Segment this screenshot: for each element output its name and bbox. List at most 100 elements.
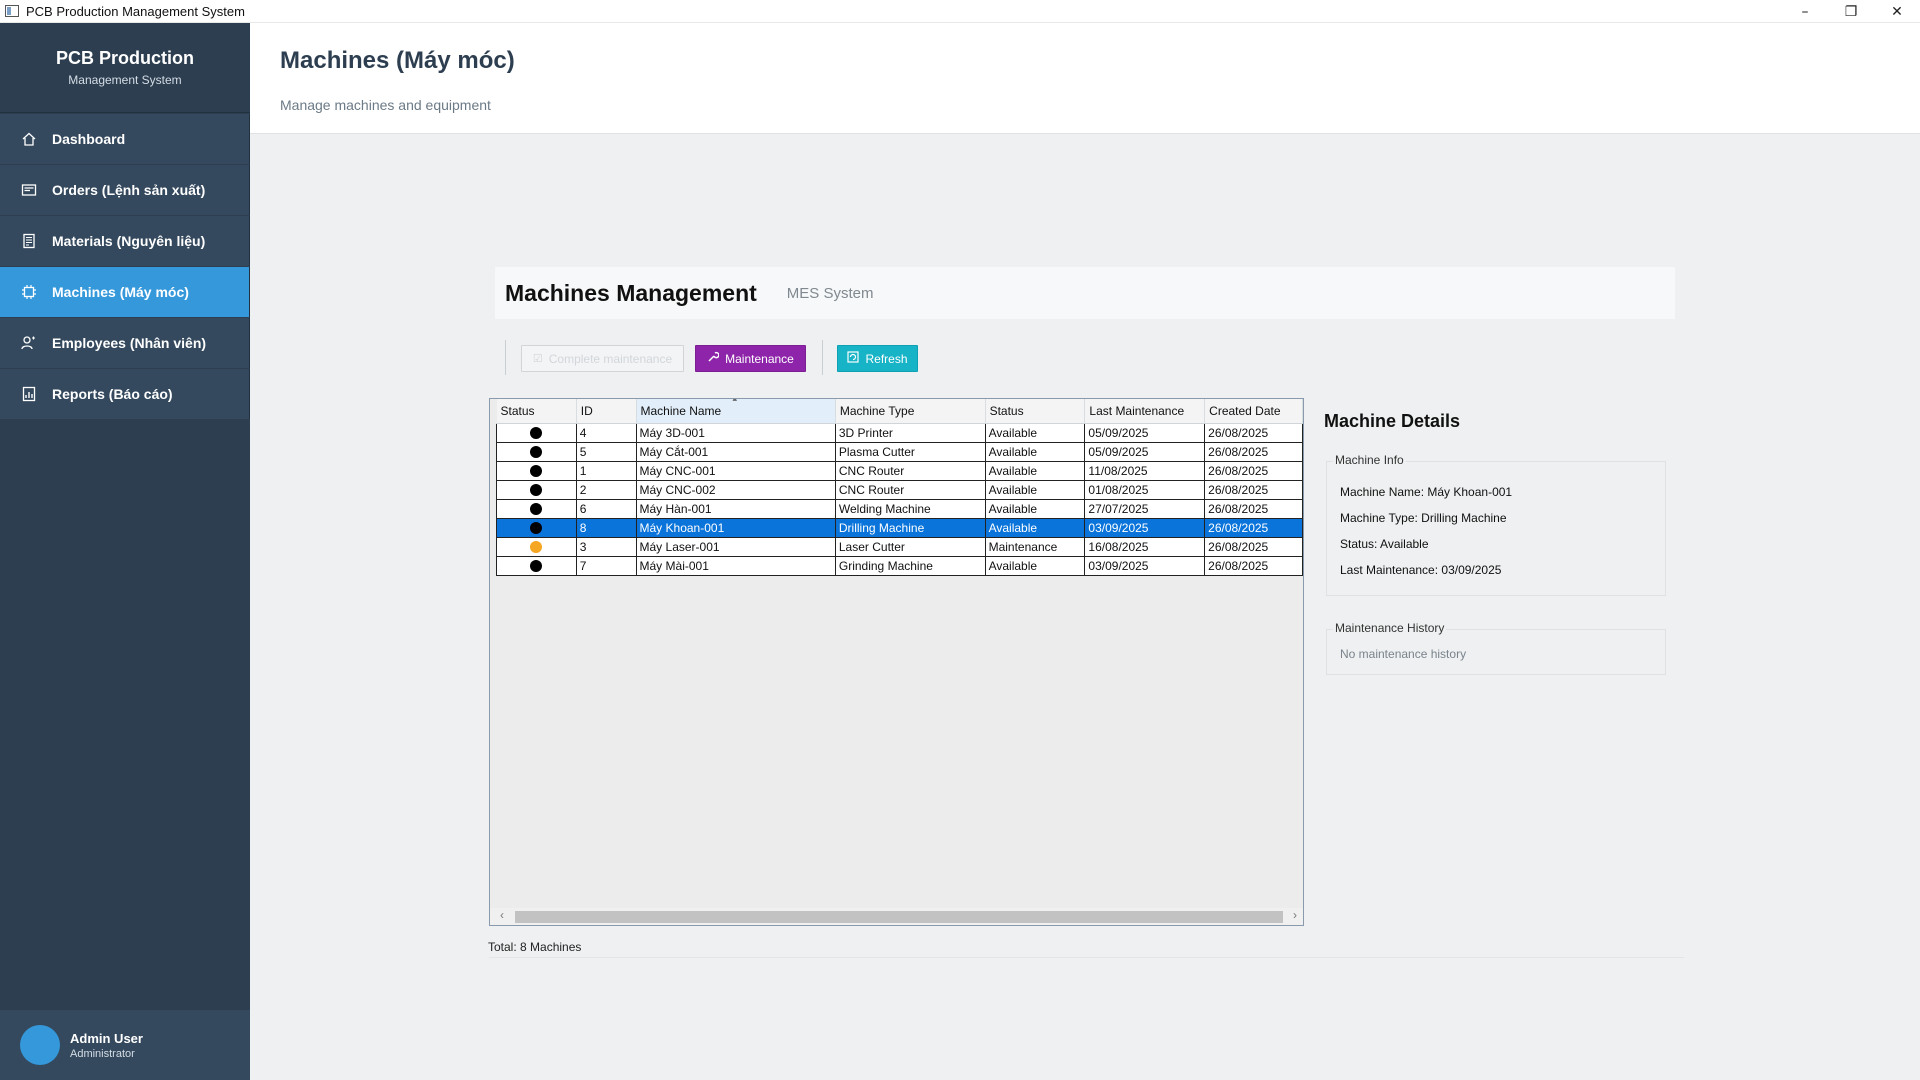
cell-machine-type: Laser Cutter xyxy=(834,536,986,557)
cell-status: Available xyxy=(984,498,1086,519)
table-row[interactable]: 7 Máy Mài-001 Grinding Machine Available 03/… xyxy=(496,555,1303,576)
sidebar-item-machines[interactable]: Machines (Máy móc) xyxy=(0,267,250,317)
status-dot-icon xyxy=(530,541,543,554)
cell-created-date: 26/08/2025 xyxy=(1204,422,1303,443)
sidebar-item-label: Machines (Máy móc) xyxy=(52,284,189,300)
cell-last-maintenance: 03/09/2025 xyxy=(1084,517,1206,538)
page-header: Machines (Máy móc) Manage machines and e… xyxy=(250,23,1920,134)
cell-id: 3 xyxy=(575,536,637,557)
column-header-status[interactable]: Status xyxy=(985,399,1086,424)
materials-icon xyxy=(20,232,38,250)
cell-last-maintenance: 11/08/2025 xyxy=(1084,460,1206,481)
scroll-left-icon[interactable]: ‹ xyxy=(500,908,504,922)
status-dot-cell xyxy=(496,422,577,443)
sidebar-item-employees[interactable]: Employees (Nhân viên) xyxy=(0,318,250,368)
table-row[interactable]: 6 Máy Hàn-001 Welding Machine Available 27/0… xyxy=(496,498,1303,519)
table-row[interactable]: 5 Máy Cắt-001 Plasma Cutter Available 05/09/… xyxy=(496,441,1303,462)
cell-id: 7 xyxy=(575,555,637,576)
machines-grid[interactable]: Status ID Machine Name Machine Type Stat… xyxy=(489,398,1304,926)
cell-created-date: 26/08/2025 xyxy=(1204,460,1303,481)
module-header: Machines Management MES System xyxy=(495,267,1675,319)
cell-machine-type: Drilling Machine xyxy=(834,517,986,538)
employees-icon xyxy=(20,334,38,352)
sidebar-item-dashboard[interactable]: Dashboard xyxy=(0,114,250,164)
status-dot-cell xyxy=(496,536,577,557)
cell-created-date: 26/08/2025 xyxy=(1204,479,1303,500)
table-row[interactable]: 2 Máy CNC-002 CNC Router Available 01/08/202… xyxy=(496,479,1303,500)
orders-icon xyxy=(20,181,38,199)
table-row[interactable]: 4 Máy 3D-001 3D Printer Available 05/09/2025… xyxy=(496,422,1303,443)
horizontal-scrollbar[interactable]: ‹ › xyxy=(490,908,1303,925)
status-dot-icon xyxy=(530,522,543,535)
refresh-label: Refresh xyxy=(865,351,908,366)
cell-machine-type: 3D Printer xyxy=(834,422,986,443)
maximize-button[interactable]: ❐ xyxy=(1828,0,1874,23)
user-name: Admin User xyxy=(70,1030,143,1046)
cell-created-date: 26/08/2025 xyxy=(1204,517,1303,538)
cell-id: 2 xyxy=(575,479,637,500)
total-count: Total: 8 Machines xyxy=(488,940,582,954)
chip-icon xyxy=(20,283,38,301)
app-icon xyxy=(5,5,19,17)
cell-machine-name: Máy CNC-002 xyxy=(635,479,836,500)
cell-machine-name: Máy CNC-001 xyxy=(635,460,836,481)
table-row[interactable]: 8 Máy Khoan-001 Drilling Machine Available 0… xyxy=(496,517,1303,538)
cell-machine-name: Máy Mài-001 xyxy=(635,555,836,576)
cell-last-maintenance: 05/09/2025 xyxy=(1084,422,1206,443)
status-dot-cell xyxy=(496,441,577,462)
user-panel: Admin User Administrator xyxy=(0,1010,250,1080)
scrollbar-thumb[interactable] xyxy=(515,911,1283,923)
table-row[interactable]: 3 Máy Laser-001 Laser Cutter Maintenance 16/… xyxy=(496,536,1303,557)
sidebar-item-reports[interactable]: Reports (Báo cáo) xyxy=(0,369,250,419)
page-subtitle: Manage machines and equipment xyxy=(280,97,491,113)
cell-machine-name: Máy 3D-001 xyxy=(635,422,836,443)
scroll-right-icon[interactable]: › xyxy=(1293,908,1297,922)
sidebar-item-label: Orders (Lệnh sản xuất) xyxy=(52,182,206,198)
cell-last-maintenance: 16/08/2025 xyxy=(1084,536,1206,557)
toolbar-separator xyxy=(822,340,823,375)
cell-id: 1 xyxy=(575,460,637,481)
detail-last-maintenance: Last Maintenance: 03/09/2025 xyxy=(1340,563,1502,577)
maintenance-button[interactable]: Maintenance xyxy=(695,345,806,372)
cell-last-maintenance: 27/07/2025 xyxy=(1084,498,1206,519)
column-header-created-date[interactable]: Created Date xyxy=(1204,399,1303,424)
table-row[interactable]: 1 Máy CNC-001 CNC Router Available 11/08/202… xyxy=(496,460,1303,481)
cell-last-maintenance: 03/09/2025 xyxy=(1084,555,1206,576)
sidebar-item-orders[interactable]: Orders (Lệnh sản xuất) xyxy=(0,165,250,215)
sidebar-item-label: Materials (Nguyên liệu) xyxy=(52,233,206,249)
brand-title: PCB Production xyxy=(56,48,194,68)
column-header-machine-type[interactable]: Machine Type xyxy=(835,399,986,424)
wrench-icon xyxy=(707,351,720,366)
sidebar-item-label: Reports (Báo cáo) xyxy=(52,386,173,402)
window-titlebar: PCB Production Management System – ❐ ✕ xyxy=(0,0,1920,23)
cell-created-date: 26/08/2025 xyxy=(1204,555,1303,576)
page-title: Machines (Máy móc) xyxy=(280,47,515,74)
cell-machine-type: Plasma Cutter xyxy=(834,441,986,462)
complete-maintenance-button[interactable]: ☑ Complete maintenance xyxy=(521,345,684,372)
cell-created-date: 26/08/2025 xyxy=(1204,498,1303,519)
maintenance-history-label: Maintenance History xyxy=(1333,621,1447,635)
column-header-id[interactable]: ID xyxy=(576,399,637,424)
cell-id: 8 xyxy=(575,517,637,538)
cell-machine-name: Máy Laser-001 xyxy=(635,536,836,557)
cell-id: 6 xyxy=(575,498,637,519)
sidebar-item-materials[interactable]: Materials (Nguyên liệu) xyxy=(0,216,250,266)
close-button[interactable]: ✕ xyxy=(1874,0,1920,23)
status-dot-icon xyxy=(530,484,543,497)
details-title: Machine Details xyxy=(1324,411,1461,431)
detail-status: Status: Available xyxy=(1340,537,1429,551)
module-title: Machines Management xyxy=(505,279,757,306)
cell-machine-name: Máy Hàn-001 xyxy=(635,498,836,519)
divider xyxy=(489,957,1684,958)
column-header-last-maintenance[interactable]: Last Maintenance xyxy=(1084,399,1206,424)
refresh-button[interactable]: Refresh xyxy=(837,345,918,372)
status-dot-icon xyxy=(530,560,543,573)
column-header-status-icon[interactable]: Status xyxy=(496,399,577,424)
detail-machine-type: Machine Type: Drilling Machine xyxy=(1340,511,1507,525)
maintenance-history-group: Maintenance History No maintenance histo… xyxy=(1326,621,1666,675)
cell-status: Available xyxy=(984,460,1086,481)
machine-info-label: Machine Info xyxy=(1333,453,1406,467)
status-dot-icon xyxy=(530,465,543,478)
column-header-machine-name[interactable]: Machine Name xyxy=(636,399,836,424)
minimize-button[interactable]: – xyxy=(1782,0,1828,23)
